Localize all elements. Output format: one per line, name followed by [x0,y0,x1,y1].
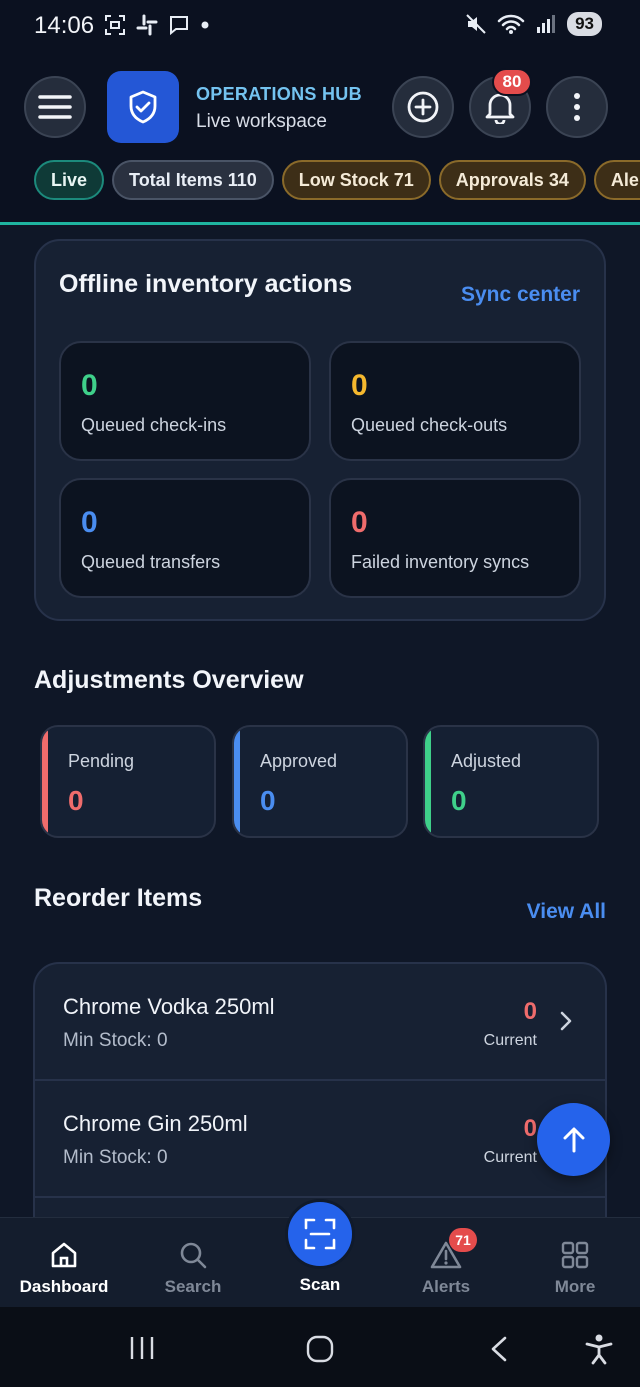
chip-total-items[interactable]: Total Items 110 [112,160,274,200]
reorder-item-current: 0 [523,1115,537,1142]
status-bar: 14:06 93 [0,0,640,52]
nav-more-label: More [554,1277,596,1296]
nav-more[interactable]: More [515,1218,635,1308]
wifi-icon [497,14,525,34]
nav-search[interactable]: Search [133,1218,253,1308]
mute-icon [466,14,486,34]
adjusted-label: Adjusted [451,751,522,771]
scroll-to-top-button[interactable] [537,1103,610,1176]
adjusted-count: 0 [451,785,467,816]
approved-count: 0 [260,785,276,816]
queued-checkins-tile[interactable]: 0 Queued check-ins [59,341,311,461]
grid-icon [561,1241,589,1269]
reorder-item-current: 0 [523,998,537,1025]
reorder-list: Chrome Vodka 250ml Min Stock: 0 0 Curren… [33,962,607,1217]
queued-transfers-tile[interactable]: 0 Queued transfers [59,478,311,598]
failed-syncs-label: Failed inventory syncs [351,552,530,572]
offline-actions-title: Offline inventory actions [59,270,353,298]
queued-transfers-label: Queued transfers [81,552,221,572]
failed-syncs-tile[interactable]: 0 Failed inventory syncs [329,478,581,598]
approved-label: Approved [260,751,338,771]
screenshot-icon [105,15,125,35]
recent-apps-icon[interactable] [128,1335,156,1361]
chip-approvals[interactable]: Approvals 34 [438,160,586,200]
signal-icon [537,15,556,33]
chip-low-stock[interactable]: Low Stock 71 [281,160,431,200]
search-icon [180,1242,207,1269]
summary-chips: Live Total Items 110 Low Stock 71 Approvals… [34,160,640,200]
adjustment-adjusted-tile[interactable]: Adjusted 0 [423,725,599,838]
reorder-title: Reorder Items [34,884,203,912]
reorder-item-current-label: Current [483,1149,537,1166]
status-left-icons [104,14,210,36]
adjustment-pending-tile[interactable]: Pending 0 [40,725,216,838]
plus-circle-icon [407,91,439,123]
nav-dashboard-label: Dashboard [19,1277,109,1296]
adjustments-title: Adjustments Overview [34,666,304,694]
accessibility-icon[interactable] [584,1333,614,1365]
slack-icon [136,14,158,36]
queued-checkins-label: Queued check-ins [81,415,227,435]
view-all-link[interactable]: View All [527,900,606,924]
alerts-badge: 71 [449,1228,477,1252]
status-time: 14:06 [34,12,95,39]
reorder-item-name: Chrome Gin 250ml [63,1111,248,1136]
arrow-up-icon [563,1127,584,1152]
app-logo [107,71,179,143]
offline-actions-card: Offline inventory actions Sync center 0 … [34,239,606,621]
reorder-item-min-stock: Min Stock: 0 [63,1147,168,1168]
nav-search-label: Search [164,1277,222,1296]
scan-button[interactable] [285,1199,355,1269]
chip-alerts[interactable]: Alerts [593,160,640,200]
system-navigation-bar [0,1307,640,1387]
overflow-menu-button[interactable] [546,76,608,138]
battery-level: 93 [567,12,602,36]
message-icon [170,16,188,36]
add-button[interactable] [392,76,454,138]
app-subtitle: Live workspace [196,111,327,132]
adjusted-accent [425,727,431,836]
dashboard-scroll[interactable]: Offline inventory actions Sync center 0 … [0,225,640,1217]
nav-alerts-label: Alerts [421,1277,471,1296]
dot-icon [201,21,209,29]
adjustment-approved-tile[interactable]: Approved 0 [232,725,408,838]
reorder-item[interactable]: Chrome Vodka 250ml Min Stock: 0 0 Curren… [35,964,605,1081]
chip-live[interactable]: Live [34,160,105,200]
approved-accent [234,727,240,836]
sync-center-link[interactable]: Sync center [461,283,580,307]
status-right-icons: 93 [465,12,602,36]
queued-checkouts-count: 0 [351,369,368,402]
notification-badge: 80 [492,68,532,96]
app-title: OPERATIONS HUB [196,84,362,104]
nav-dashboard[interactable]: Dashboard [4,1218,124,1308]
hamburger-icon [38,95,72,119]
reorder-item-current-label: Current [483,1032,537,1049]
queued-checkouts-tile[interactable]: 0 Queued check-outs [329,341,581,461]
failed-syncs-count: 0 [351,506,368,539]
reorder-item[interactable]: Chrome Gin 250ml Min Stock: 0 0 Current [35,1081,605,1198]
chevron-right-icon [560,1011,572,1031]
reorder-item-min-stock: Min Stock: 0 [63,1030,168,1051]
more-vertical-icon [574,93,580,121]
queued-checkins-count: 0 [81,369,98,402]
pending-accent [42,727,48,836]
scan-label: Scan [299,1275,341,1294]
pending-label: Pending [68,751,135,771]
queued-transfers-count: 0 [81,506,98,539]
shield-check-icon [129,90,157,124]
menu-button[interactable] [24,76,86,138]
pending-count: 0 [68,785,84,816]
reorder-item-name: Chrome Vodka 250ml [63,994,275,1019]
nav-alerts[interactable]: Alerts [386,1218,506,1308]
scan-icon [304,1218,336,1250]
home-icon [51,1242,77,1268]
back-icon[interactable] [488,1335,510,1363]
home-button-icon[interactable] [305,1334,335,1364]
queued-checkouts-label: Queued check-outs [351,415,508,435]
